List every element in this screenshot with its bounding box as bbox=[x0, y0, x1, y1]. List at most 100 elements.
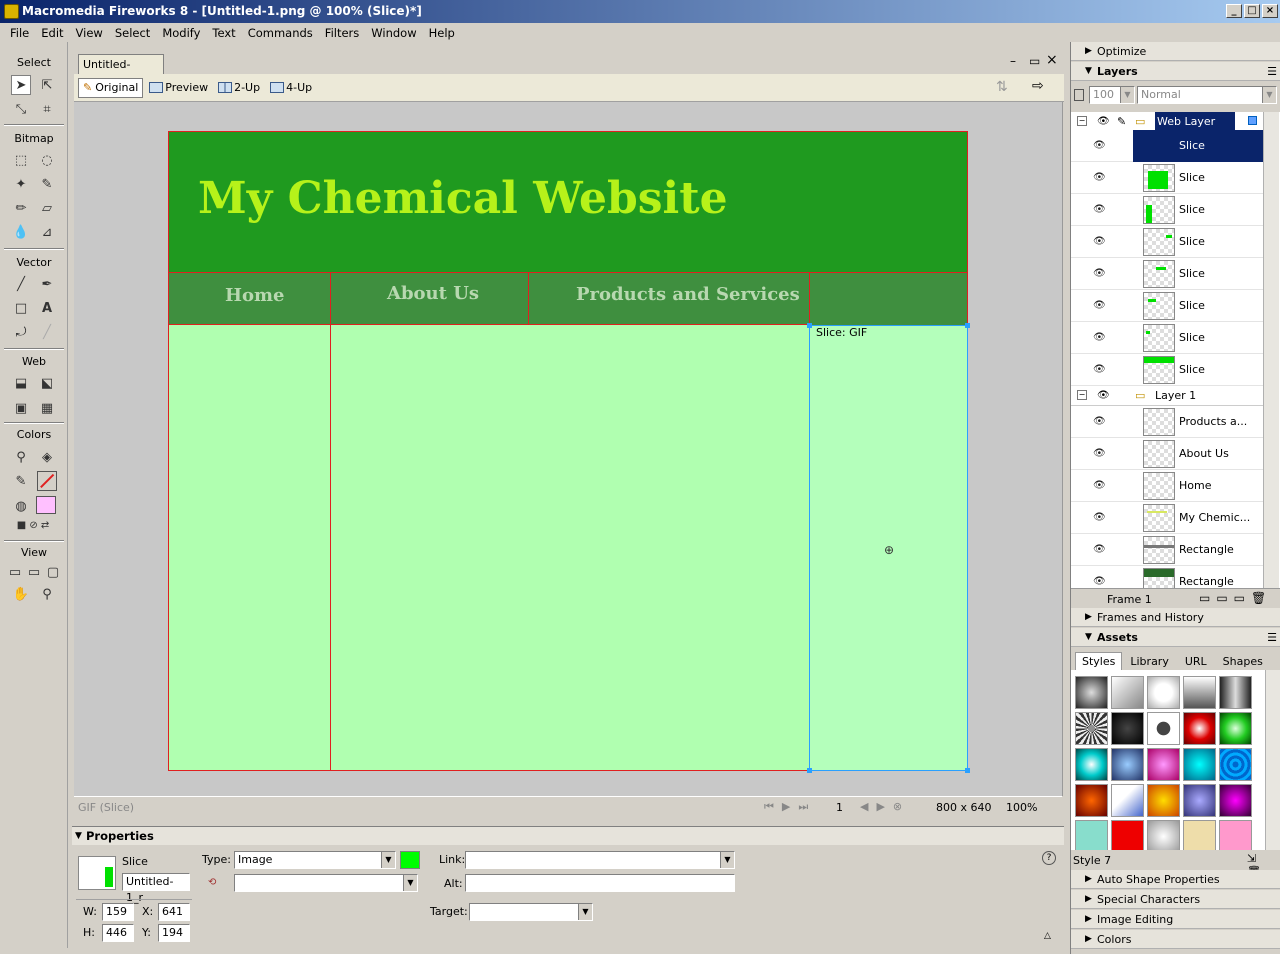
subselect-tool-icon[interactable]: ⇱ bbox=[37, 75, 57, 95]
slice-handle[interactable] bbox=[965, 323, 970, 328]
style-swatch[interactable] bbox=[1219, 820, 1252, 850]
quick-export-icon[interactable]: ⇨ bbox=[1032, 78, 1044, 94]
slice-handle[interactable] bbox=[807, 768, 812, 773]
tab-library[interactable]: Library bbox=[1122, 653, 1176, 670]
style-swatch[interactable] bbox=[1147, 748, 1180, 781]
layer-slice-8[interactable]: 👁 Slice bbox=[1071, 354, 1263, 386]
x-field[interactable]: 641 bbox=[158, 903, 190, 921]
style-swatch[interactable] bbox=[1111, 820, 1144, 850]
link-field[interactable]: ▼ bbox=[465, 851, 735, 869]
doc-minimize-button[interactable]: – bbox=[1010, 54, 1016, 68]
slice-export-icon[interactable]: ⟲ bbox=[208, 877, 216, 888]
style-swatch[interactable] bbox=[1219, 748, 1252, 781]
fullscreen-mode-icon[interactable]: ▢ bbox=[44, 562, 62, 582]
menu-help[interactable]: Help bbox=[423, 26, 461, 40]
optimize-panel-header[interactable]: ▶ Optimize bbox=[1071, 42, 1280, 61]
layer-slice-1[interactable]: 👁 Slice bbox=[1071, 130, 1263, 162]
layer-home-text[interactable]: 👁 Home bbox=[1071, 470, 1263, 502]
minimize-button[interactable]: _ bbox=[1226, 4, 1242, 18]
layer-rectangle-2[interactable]: 👁 Rectangle bbox=[1071, 566, 1263, 588]
image-editing-header[interactable]: ▶ Image Editing bbox=[1071, 910, 1280, 929]
style-swatch[interactable] bbox=[1183, 676, 1216, 709]
hotspot-tool-icon[interactable]: ⬓ bbox=[11, 373, 31, 393]
auto-shape-properties-header[interactable]: ▶ Auto Shape Properties bbox=[1071, 870, 1280, 889]
rubber-stamp-icon[interactable]: ⊿ bbox=[37, 222, 57, 242]
style-swatch[interactable] bbox=[1111, 712, 1144, 745]
frame-step-icon[interactable]: ◀▶⊗ bbox=[860, 800, 910, 813]
restore-button[interactable]: □ bbox=[1244, 4, 1260, 18]
type-select[interactable]: Image ▼ bbox=[234, 851, 396, 869]
eyedropper-tool-icon[interactable]: ⚲ bbox=[11, 447, 31, 467]
eraser-tool-icon[interactable]: ▱ bbox=[37, 198, 57, 218]
site-header[interactable]: My Chemical Website bbox=[168, 131, 968, 273]
layer-slice-6[interactable]: 👁 Slice bbox=[1071, 290, 1263, 322]
layer-about-text[interactable]: 👁 About Us bbox=[1071, 438, 1263, 470]
style-swatch[interactable] bbox=[1219, 712, 1252, 745]
assets-panel-header[interactable]: ▼ Assets ☰ bbox=[1071, 628, 1280, 647]
style-swatch[interactable] bbox=[1219, 784, 1252, 817]
show-slices-icon[interactable]: ▦ bbox=[37, 398, 57, 418]
nav-products-services[interactable]: Products and Services bbox=[576, 284, 800, 305]
pencil-tool-icon[interactable]: ✏ bbox=[11, 198, 31, 218]
layer-slice-7[interactable]: 👁 Slice bbox=[1071, 322, 1263, 354]
layer-group-layer1[interactable]: − 👁 ▭ Layer 1 bbox=[1071, 386, 1263, 406]
color-defaults-icon[interactable]: ■ ⊘ ⇄ bbox=[11, 518, 55, 532]
slice-behavior-handle-icon[interactable]: ⊕ bbox=[884, 543, 894, 557]
menu-select[interactable]: Select bbox=[109, 26, 156, 40]
pen-tool-icon[interactable]: ✒ bbox=[37, 274, 57, 294]
y-field[interactable]: 194 bbox=[158, 924, 190, 942]
layer-slice-4[interactable]: 👁 Slice bbox=[1071, 226, 1263, 258]
layer-slice-2[interactable]: 👁 Slice bbox=[1071, 162, 1263, 194]
menu-text[interactable]: Text bbox=[206, 26, 241, 40]
slice-color-swatch[interactable] bbox=[400, 851, 420, 869]
width-field[interactable]: 159 bbox=[102, 903, 134, 921]
paint-bucket-icon[interactable]: ◈ bbox=[37, 447, 57, 467]
blend-mode-select[interactable]: Normal ▼ bbox=[1137, 86, 1277, 104]
view-2up-button[interactable]: 2-Up bbox=[214, 78, 264, 98]
view-4up-button[interactable]: 4-Up bbox=[266, 78, 316, 98]
style-swatch[interactable] bbox=[1183, 748, 1216, 781]
slice-handle[interactable] bbox=[807, 323, 812, 328]
fullscreen-menu-mode-icon[interactable]: ▭ bbox=[25, 562, 43, 582]
selected-slice[interactable]: Slice: GIF ⊕ bbox=[807, 323, 970, 773]
style-swatch[interactable] bbox=[1111, 676, 1144, 709]
alt-field[interactable] bbox=[465, 874, 735, 892]
doc-close-button[interactable]: × bbox=[1046, 52, 1058, 68]
site-nav-bar[interactable]: Home About Us Products and Services bbox=[168, 273, 968, 325]
site-title[interactable]: My Chemical Website bbox=[198, 173, 728, 224]
panel-splitter[interactable] bbox=[1062, 102, 1070, 796]
close-button[interactable]: × bbox=[1262, 4, 1278, 18]
slice-tool-icon[interactable]: ⬕ bbox=[37, 373, 57, 393]
style-swatch[interactable] bbox=[1147, 712, 1180, 745]
menu-commands[interactable]: Commands bbox=[242, 26, 319, 40]
layer-rectangle-1[interactable]: 👁 Rectangle bbox=[1071, 534, 1263, 566]
special-characters-header[interactable]: ▶ Special Characters bbox=[1071, 890, 1280, 909]
height-field[interactable]: 446 bbox=[102, 924, 134, 942]
rectangle-tool-icon[interactable]: □ bbox=[11, 298, 31, 318]
style-swatch[interactable] bbox=[1183, 784, 1216, 817]
nav-home[interactable]: Home bbox=[225, 285, 285, 306]
frame-controls-icon[interactable]: ⏮▶⏭ bbox=[764, 800, 816, 814]
line-tool-icon[interactable]: ╱ bbox=[11, 274, 31, 294]
nav-about-us[interactable]: About Us bbox=[387, 283, 479, 304]
style-swatch[interactable] bbox=[1075, 820, 1108, 850]
layer-slice-5[interactable]: 👁 Slice bbox=[1071, 258, 1263, 290]
hand-tool-icon[interactable]: ✋ bbox=[11, 584, 31, 604]
blur-tool-icon[interactable]: 💧 bbox=[11, 222, 31, 242]
menu-view[interactable]: View bbox=[70, 26, 109, 40]
tab-styles[interactable]: Styles bbox=[1075, 652, 1123, 670]
properties-header[interactable]: ▼ Properties bbox=[72, 827, 1064, 845]
view-original-button[interactable]: ✎ Original bbox=[78, 77, 144, 98]
style-swatch[interactable] bbox=[1111, 748, 1144, 781]
menu-modify[interactable]: Modify bbox=[156, 26, 206, 40]
fill-color-swatch[interactable] bbox=[36, 496, 56, 514]
freeform-tool-icon[interactable]: ⤾ bbox=[11, 322, 31, 342]
menu-edit[interactable]: Edit bbox=[35, 26, 69, 40]
menu-window[interactable]: Window bbox=[365, 26, 422, 40]
collapse-properties-icon[interactable]: △ bbox=[1044, 931, 1051, 941]
layer-actions-icon[interactable]: ▭▭▭🗑 bbox=[1199, 591, 1272, 605]
style-swatch[interactable] bbox=[1147, 784, 1180, 817]
colors-panel-header[interactable]: ▶ Colors bbox=[1071, 930, 1280, 949]
layer-group-web[interactable]: − 👁 ✎ ▭ Web Layer bbox=[1071, 112, 1263, 132]
text-tool-icon[interactable]: A bbox=[37, 298, 57, 318]
